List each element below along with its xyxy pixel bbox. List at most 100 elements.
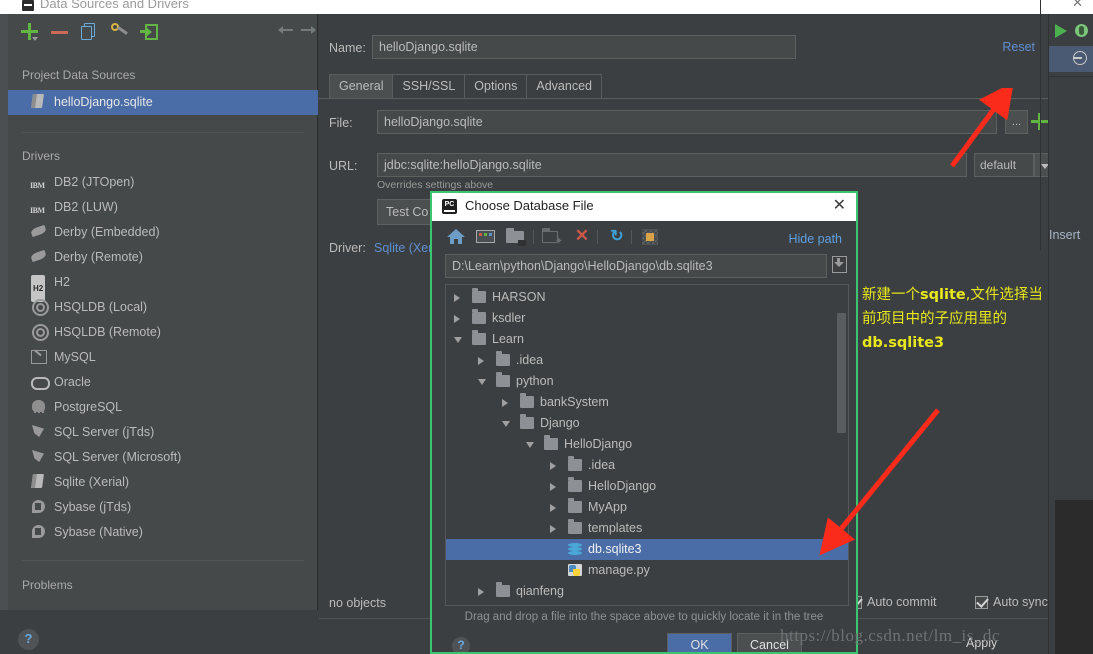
file-tree-row[interactable]: ksdler xyxy=(446,308,848,329)
file-tree-row[interactable]: MyApp xyxy=(446,497,848,518)
chevron-down-icon[interactable] xyxy=(478,379,486,385)
problems-header[interactable]: Problems xyxy=(22,578,73,592)
driver-sqlserver-microsoft[interactable]: SQL Server (Microsoft) xyxy=(8,445,318,470)
file-tree-row[interactable]: HARSON xyxy=(446,287,848,308)
dialog-ok-button[interactable]: OK xyxy=(667,633,732,652)
url-input[interactable]: jdbc:sqlite:helloDjango.sqlite xyxy=(377,153,967,177)
chevron-down-icon[interactable] xyxy=(526,442,534,448)
annotation-text: 新建一个sqlite,文件选择当 前项目中的子应用里的 db.sqlite3 xyxy=(862,283,1087,355)
file-tree-row[interactable]: db.sqlite3 xyxy=(446,539,848,560)
file-tree-row[interactable]: qianfeng xyxy=(446,581,848,602)
close-icon[interactable]: ✕ xyxy=(833,197,846,215)
chevron-down-icon[interactable] xyxy=(454,337,462,343)
drivers-header: Drivers xyxy=(22,149,60,163)
file-tree-row[interactable]: .idea xyxy=(446,455,848,476)
file-tree-row[interactable]: .idea xyxy=(446,350,848,371)
file-tree-row[interactable]: 2048.pyw xyxy=(446,602,848,605)
driver-hsqldb-remote[interactable]: HSQLDB (Remote) xyxy=(8,320,318,345)
driver-label: Sybase (Native) xyxy=(54,525,143,539)
file-tree-row[interactable]: Learn xyxy=(446,329,848,350)
driver-postgresql[interactable]: PostgreSQL xyxy=(8,395,318,420)
file-tree-row[interactable]: manage.py xyxy=(446,560,848,581)
tab-general[interactable]: General xyxy=(329,74,394,98)
path-input[interactable]: D:\Learn\python\Django\HelloDjango\db.sq… xyxy=(445,254,827,278)
duplicate-icon[interactable] xyxy=(80,22,100,42)
run-icon[interactable] xyxy=(1055,24,1067,38)
file-tree-label: MyApp xyxy=(588,500,627,514)
driver-sqlserver-jtds[interactable]: SQL Server (jTds) xyxy=(8,420,318,445)
driver-mysql[interactable]: MySQL xyxy=(8,345,318,370)
driver-derby-embedded[interactable]: Derby (Embedded) xyxy=(8,220,318,245)
import-icon[interactable] xyxy=(140,22,160,42)
tree-scrollbar[interactable] xyxy=(837,313,846,433)
hide-path-link[interactable]: Hide path xyxy=(788,232,842,246)
chevron-right-icon[interactable] xyxy=(478,357,484,365)
desktop-icon[interactable] xyxy=(476,228,496,246)
refresh-icon[interactable]: ↻ xyxy=(607,228,627,246)
debug-icon[interactable] xyxy=(1075,24,1088,37)
window-icon xyxy=(22,0,34,11)
file-tree-row[interactable]: HelloDjango xyxy=(446,434,848,455)
rail-divider xyxy=(1049,76,1093,77)
delete-icon[interactable]: ✕ xyxy=(572,227,592,246)
folder-icon xyxy=(520,414,534,429)
chevron-right-icon[interactable] xyxy=(502,399,508,407)
name-input[interactable]: helloDjango.sqlite xyxy=(372,35,796,59)
driver-db2-luw[interactable]: IBM DB2 (LUW) xyxy=(8,195,318,220)
driver-link[interactable]: Sqlite (Xer xyxy=(374,241,432,255)
driver-sqlite-xerial[interactable]: Sqlite (Xerial) xyxy=(8,470,318,495)
file-tree-row[interactable]: Django xyxy=(446,413,848,434)
back-arrow-icon[interactable] xyxy=(276,24,294,40)
chevron-right-icon[interactable] xyxy=(550,462,556,470)
chevron-right-icon[interactable] xyxy=(550,483,556,491)
reset-link[interactable]: Reset xyxy=(1002,40,1035,54)
file-tree-row[interactable]: templates xyxy=(446,518,848,539)
driver-h2[interactable]: H2 H2 xyxy=(8,270,318,302)
show-hidden-icon[interactable] xyxy=(641,228,661,246)
default-select[interactable]: default xyxy=(974,153,1034,177)
driver-sybase-native[interactable]: Sybase (Native) xyxy=(8,520,318,545)
driver-sybase-jtds[interactable]: Sybase (jTds) xyxy=(8,495,318,520)
browse-file-button[interactable]: ... xyxy=(1005,110,1028,134)
add-data-source-button[interactable] xyxy=(20,22,40,42)
file-tree-row[interactable]: HelloDjango xyxy=(446,476,848,497)
properties-wrench-icon[interactable] xyxy=(110,22,130,42)
driver-derby-remote[interactable]: Derby (Remote) xyxy=(8,245,318,270)
driver-hsqldb-local[interactable]: HSQLDB (Local) xyxy=(8,295,318,320)
driver-label: Sqlite (Xerial) xyxy=(54,475,130,489)
new-folder-icon[interactable]: ✦ xyxy=(542,228,563,247)
sybase-icon xyxy=(30,499,48,513)
chevron-right-icon[interactable] xyxy=(454,294,460,302)
help-icon-main[interactable]: ? xyxy=(18,629,39,650)
open-folder-icon[interactable] xyxy=(506,228,526,246)
data-source-hellodjango[interactable]: helloDjango.sqlite xyxy=(8,90,318,115)
tab-options[interactable]: Options xyxy=(464,74,528,98)
chevron-right-icon[interactable] xyxy=(478,588,484,596)
window-close-icon[interactable]: ✕ xyxy=(1072,0,1083,11)
chevron-down-icon[interactable] xyxy=(502,421,510,427)
save-path-icon[interactable] xyxy=(832,254,849,276)
selected-editor-row[interactable] xyxy=(1049,46,1093,72)
chevron-right-icon[interactable] xyxy=(454,315,460,323)
folder-icon xyxy=(544,435,558,450)
file-tree[interactable]: HARSON ksdler Learn .idea python bankSystem Dj… xyxy=(445,284,849,606)
derby-icon xyxy=(30,249,48,263)
sidebar-divider xyxy=(22,132,304,133)
help-icon[interactable]: ? xyxy=(452,637,470,652)
file-tree-row[interactable]: bankSystem xyxy=(446,392,848,413)
driver-label: SQL Server (jTds) xyxy=(54,425,155,439)
driver-label: DB2 (LUW) xyxy=(54,200,118,214)
forward-arrow-icon[interactable] xyxy=(300,24,318,40)
file-tree-label: Django xyxy=(540,416,580,430)
driver-db2-jtopen[interactable]: IBM DB2 (JTOpen) xyxy=(8,170,318,195)
chevron-right-icon[interactable] xyxy=(550,504,556,512)
remove-data-source-button[interactable] xyxy=(50,22,70,42)
auto-sync-checkbox[interactable] xyxy=(975,596,988,609)
file-input[interactable]: helloDjango.sqlite xyxy=(377,110,997,134)
tab-advanced[interactable]: Advanced xyxy=(526,74,602,98)
file-tree-row[interactable]: python xyxy=(446,371,848,392)
tab-ssh-ssl[interactable]: SSH/SSL xyxy=(392,74,466,98)
driver-oracle[interactable]: Oracle xyxy=(8,370,318,395)
chevron-right-icon[interactable] xyxy=(550,525,556,533)
home-icon[interactable] xyxy=(446,228,466,246)
